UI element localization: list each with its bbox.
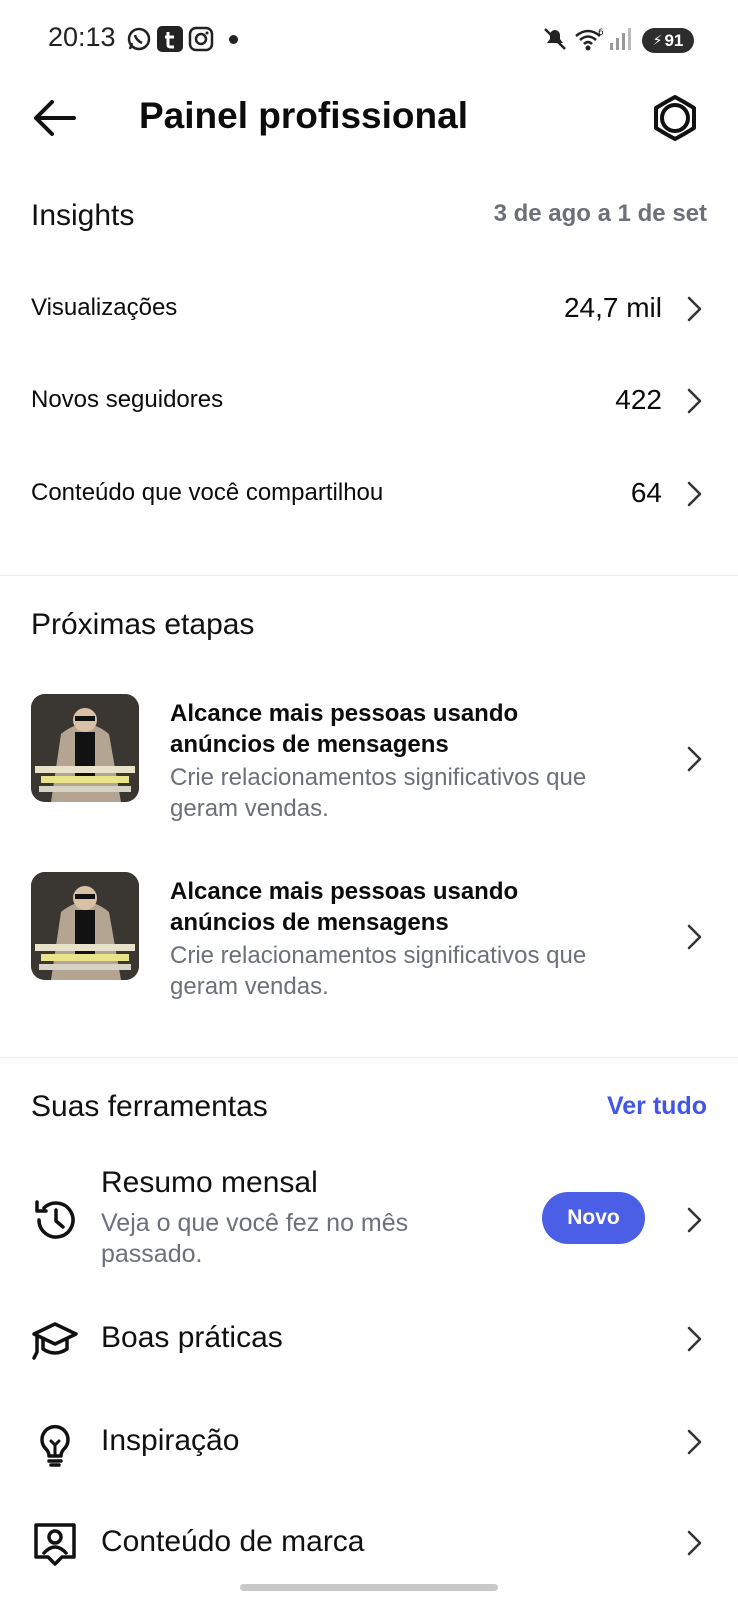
signal-icon	[608, 26, 634, 52]
tool-item-best-practices[interactable]: Boas práticas	[0, 1300, 738, 1380]
tool-item-branded-content[interactable]: Conteúdo de marca	[0, 1506, 738, 1576]
page-title: Painel profissional	[139, 95, 468, 136]
tumblr-icon	[157, 26, 183, 52]
metric-value: 24,7 mil	[563, 292, 662, 323]
tool-label: Resumo mensal	[101, 1166, 318, 1199]
battery-level: 91	[664, 30, 684, 50]
lightbulb-icon	[31, 1419, 79, 1467]
chevron-right-icon	[684, 1427, 704, 1457]
instagram-icon	[188, 26, 214, 52]
svg-text:6: 6	[598, 28, 604, 38]
next-step-thumbnail	[31, 694, 139, 802]
next-step-item[interactable]: Alcance mais pessoas usando anúncios de …	[0, 688, 738, 828]
divider	[0, 1057, 738, 1058]
dot-icon	[229, 35, 238, 44]
tool-label: Inspiração	[101, 1424, 240, 1457]
history-icon	[31, 1196, 79, 1244]
chevron-right-icon	[684, 386, 704, 416]
whatsapp-icon	[126, 26, 152, 52]
tool-description: Veja o que você fez no mês passado.	[101, 1209, 409, 1268]
metric-value: 422	[615, 384, 662, 415]
chevron-right-icon	[684, 1324, 704, 1354]
next-step-title: Alcance mais pessoas usando anúncios de …	[170, 700, 519, 758]
metric-label: Visualizações	[31, 294, 178, 321]
next-step-description: Crie relacionamentos significativos que …	[170, 764, 587, 822]
settings-button[interactable]	[651, 94, 699, 142]
graduation-cap-icon	[31, 1316, 79, 1364]
metric-label: Novos seguidores	[31, 386, 224, 413]
back-button[interactable]	[30, 96, 78, 140]
battery-icon: ⚡ 91	[642, 28, 694, 53]
metric-label: Conteúdo que você compartilhou	[31, 479, 384, 506]
chevron-right-icon	[684, 294, 704, 324]
chevron-right-icon	[684, 479, 704, 509]
mute-icon	[542, 26, 568, 52]
chevron-right-icon	[684, 1205, 704, 1235]
chevron-right-icon	[684, 744, 704, 774]
chevron-right-icon	[684, 1528, 704, 1558]
next-step-thumbnail	[31, 872, 139, 980]
metric-row-shared-content[interactable]: Conteúdo que você compartilhou 64	[0, 455, 738, 535]
next-step-title: Alcance mais pessoas usando anúncios de …	[170, 878, 519, 936]
next-steps-title: Próximas etapas	[31, 608, 255, 641]
home-indicator[interactable]	[240, 1584, 498, 1591]
chevron-right-icon	[684, 922, 704, 952]
divider	[0, 575, 738, 576]
next-step-item[interactable]: Alcance mais pessoas usando anúncios de …	[0, 866, 738, 1006]
gear-icon	[654, 95, 696, 141]
insights-title: Insights	[31, 199, 135, 232]
insights-date-range[interactable]: 3 de ago a 1 de set	[494, 200, 707, 228]
metric-value: 64	[630, 477, 662, 508]
status-time: 20:13	[48, 22, 116, 52]
tool-label: Conteúdo de marca	[101, 1525, 365, 1558]
tools-title: Suas ferramentas	[31, 1090, 268, 1123]
metric-row-followers[interactable]: Novos seguidores 422	[0, 362, 738, 442]
tool-item-inspiration[interactable]: Inspiração	[0, 1403, 738, 1483]
wifi-icon: 6	[574, 26, 604, 52]
next-step-description: Crie relacionamentos significativos que …	[170, 942, 587, 1000]
see-all-link[interactable]: Ver tudo	[607, 1092, 707, 1121]
metric-row-views[interactable]: Visualizações 24,7 mil	[0, 270, 738, 350]
new-badge: Novo	[542, 1192, 645, 1244]
branded-content-icon	[31, 1520, 79, 1568]
tool-label: Boas práticas	[101, 1321, 283, 1354]
